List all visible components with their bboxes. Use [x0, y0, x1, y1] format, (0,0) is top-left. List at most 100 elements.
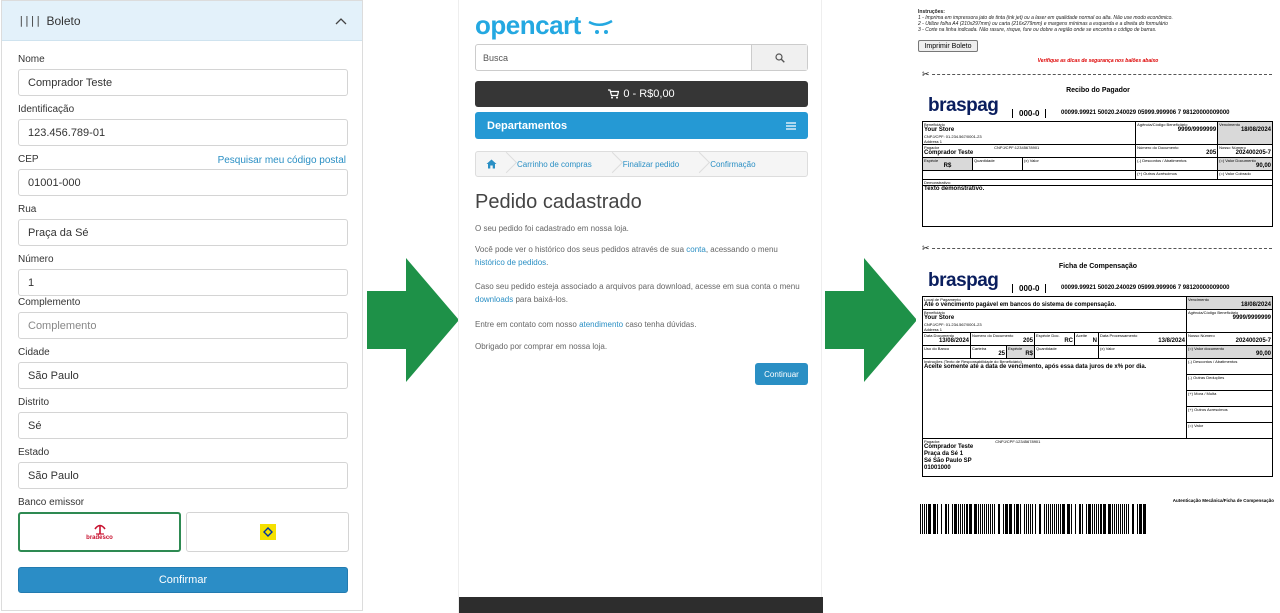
- barcode-bar: [986, 504, 987, 534]
- barcode-bar: [1046, 504, 1047, 534]
- barcode-bar: [1052, 504, 1053, 534]
- breadcrumb-cart[interactable]: Carrinho de compras: [497, 160, 603, 169]
- wallet-value: 25: [998, 351, 1005, 357]
- breadcrumb-confirmation[interactable]: Confirmação: [690, 160, 766, 169]
- postal-code-lookup-link[interactable]: Pesquisar meu código postal: [218, 155, 346, 166]
- identification-label: Identificação: [18, 104, 75, 115]
- city-field[interactable]: São Paulo: [18, 362, 348, 389]
- state-field[interactable]: São Paulo: [18, 462, 348, 489]
- order-history-text: Você pode ver o histórico dos seus pedid…: [475, 243, 807, 269]
- name-label: Nome: [18, 54, 45, 65]
- barcode-bar: [1092, 504, 1093, 534]
- complement-label: Complemento: [18, 297, 81, 308]
- cep-field[interactable]: 01001-000: [18, 169, 348, 196]
- categories-menu[interactable]: Departamentos: [475, 112, 808, 139]
- barcode-bar: [969, 504, 972, 534]
- discounts-label: (-) Descontos / Abatimentos: [1188, 359, 1238, 364]
- barcode-bar: [920, 504, 921, 534]
- barcode-bar: [994, 504, 995, 534]
- barcode-bar: [922, 504, 923, 534]
- unit-value-label: (x) Valor: [1100, 346, 1115, 351]
- home-icon[interactable]: [486, 159, 497, 169]
- identification-field[interactable]: 123.456.789-01: [18, 119, 348, 146]
- digitable-line: 00099.99921 50020.240029 05999.999906 7 …: [1061, 285, 1230, 291]
- braspag-logo: braspag: [928, 270, 999, 291]
- cut-line: ✂: [922, 69, 1272, 80]
- barcode-bar: [937, 504, 938, 534]
- account-link[interactable]: conta: [686, 245, 706, 254]
- barcode-bar: [988, 504, 989, 534]
- beneficiary-address: Address 1: [924, 139, 943, 144]
- instructions-value: Aceite somente até a data de vencimento,…: [924, 364, 1147, 370]
- barcode-bar: [1103, 504, 1106, 534]
- search-button[interactable]: [751, 45, 807, 70]
- barcode-bar: [1088, 504, 1091, 534]
- number-field[interactable]: 1: [18, 269, 348, 296]
- agency-value: 9999/9999999: [1177, 127, 1217, 133]
- breadcrumb-checkout[interactable]: Finalizar pedido: [603, 160, 690, 169]
- bank-code: 000-0: [1012, 109, 1047, 118]
- bank-code: 000-0: [1012, 284, 1047, 293]
- payer-cpf: CNPJ/CPF:12345678901: [994, 145, 1040, 150]
- barcode-bar: [1024, 504, 1025, 534]
- due-date-value: 18/08/2024: [1240, 302, 1271, 308]
- charged-value-label: (=) Valor Cobrado: [1219, 171, 1251, 176]
- shopping-cart-icon: [608, 89, 620, 99]
- confirm-button[interactable]: Confirmar: [18, 567, 348, 593]
- support-link[interactable]: atendimento: [579, 320, 623, 329]
- boleto-panel-header[interactable]: |||| Boleto: [2, 1, 362, 41]
- braspag-logo: braspag: [928, 95, 999, 116]
- barcode-bar: [1026, 504, 1027, 534]
- district-label: Distrito: [18, 397, 50, 408]
- barcode-bar: [1120, 504, 1121, 534]
- arrow-right-icon: [825, 258, 917, 382]
- acceptance-value: N: [1092, 338, 1097, 344]
- barcode-icon: ||||: [18, 14, 41, 27]
- complement-field[interactable]: Complemento: [18, 312, 348, 339]
- breadcrumb: Carrinho de compras Finalizar pedido Con…: [475, 151, 808, 177]
- bank-option-banco-do-brasil[interactable]: [186, 512, 349, 552]
- district-field[interactable]: Sé: [18, 412, 348, 439]
- barcode-bar: [1054, 504, 1055, 534]
- instruction-3: 3 - Corte na linha indicada. Não rasure,…: [918, 27, 1157, 33]
- document-type-value: RC: [1064, 338, 1073, 344]
- late-fee-label: (+) Mora / Multa: [1188, 391, 1217, 396]
- barcode-bar: [1132, 504, 1134, 534]
- search-input[interactable]: Busca: [476, 45, 751, 70]
- cart-button[interactable]: 0 - R$0,00: [475, 81, 808, 107]
- order-history-link[interactable]: histórico de pedidos: [475, 258, 546, 267]
- payer-postal-code: 01001000: [924, 465, 951, 471]
- number-label: Número: [18, 254, 54, 265]
- store-logo-text: opencart: [475, 10, 581, 40]
- state-label: Estado: [18, 447, 50, 458]
- search-icon: [774, 52, 785, 63]
- bradesco-logo-text: bradesco: [86, 535, 113, 541]
- city-label: Cidade: [18, 347, 50, 358]
- barcode-bar: [992, 504, 993, 534]
- compensation-table: Local de Pagamento Até o vencimento pagáv…: [922, 296, 1273, 477]
- barcode-bar: [954, 504, 957, 534]
- barcode-bar: [1039, 504, 1041, 534]
- order-history-text-part: , acessando o menu: [705, 245, 778, 254]
- processing-date-value: 13/8/2024: [1158, 338, 1185, 344]
- document-value: 90,00: [1255, 351, 1271, 357]
- print-boleto-button[interactable]: Imprimir Boleto: [918, 40, 978, 52]
- barcode-bar: [1086, 504, 1087, 534]
- compensation-title: Ficha de Compensação: [1058, 263, 1138, 270]
- name-field[interactable]: Comprador Teste: [18, 69, 348, 96]
- downloads-link[interactable]: downloads: [475, 295, 513, 304]
- barcode-bar: [964, 504, 965, 534]
- barcode-bar: [1005, 504, 1008, 534]
- street-field[interactable]: Praça da Sé: [18, 219, 348, 246]
- store-logo[interactable]: opencart: [475, 10, 614, 41]
- our-number-value: 202400205-7: [1235, 150, 1271, 156]
- order-confirmation-page: opencart Busca 0 - R$0,00 Departamentos …: [458, 0, 823, 613]
- barcode-bar: [1050, 504, 1051, 534]
- continue-button[interactable]: Continuar: [755, 363, 808, 385]
- document-value: 90,00: [1255, 163, 1271, 169]
- payment-place-value: Até o vencimento pagável em bancos do si…: [924, 302, 1117, 308]
- bank-option-bradesco[interactable]: bradesco: [18, 512, 181, 552]
- chevron-up-icon[interactable]: [334, 14, 348, 28]
- barcode-bar: [1100, 504, 1102, 534]
- barcode-bar: [1016, 504, 1019, 534]
